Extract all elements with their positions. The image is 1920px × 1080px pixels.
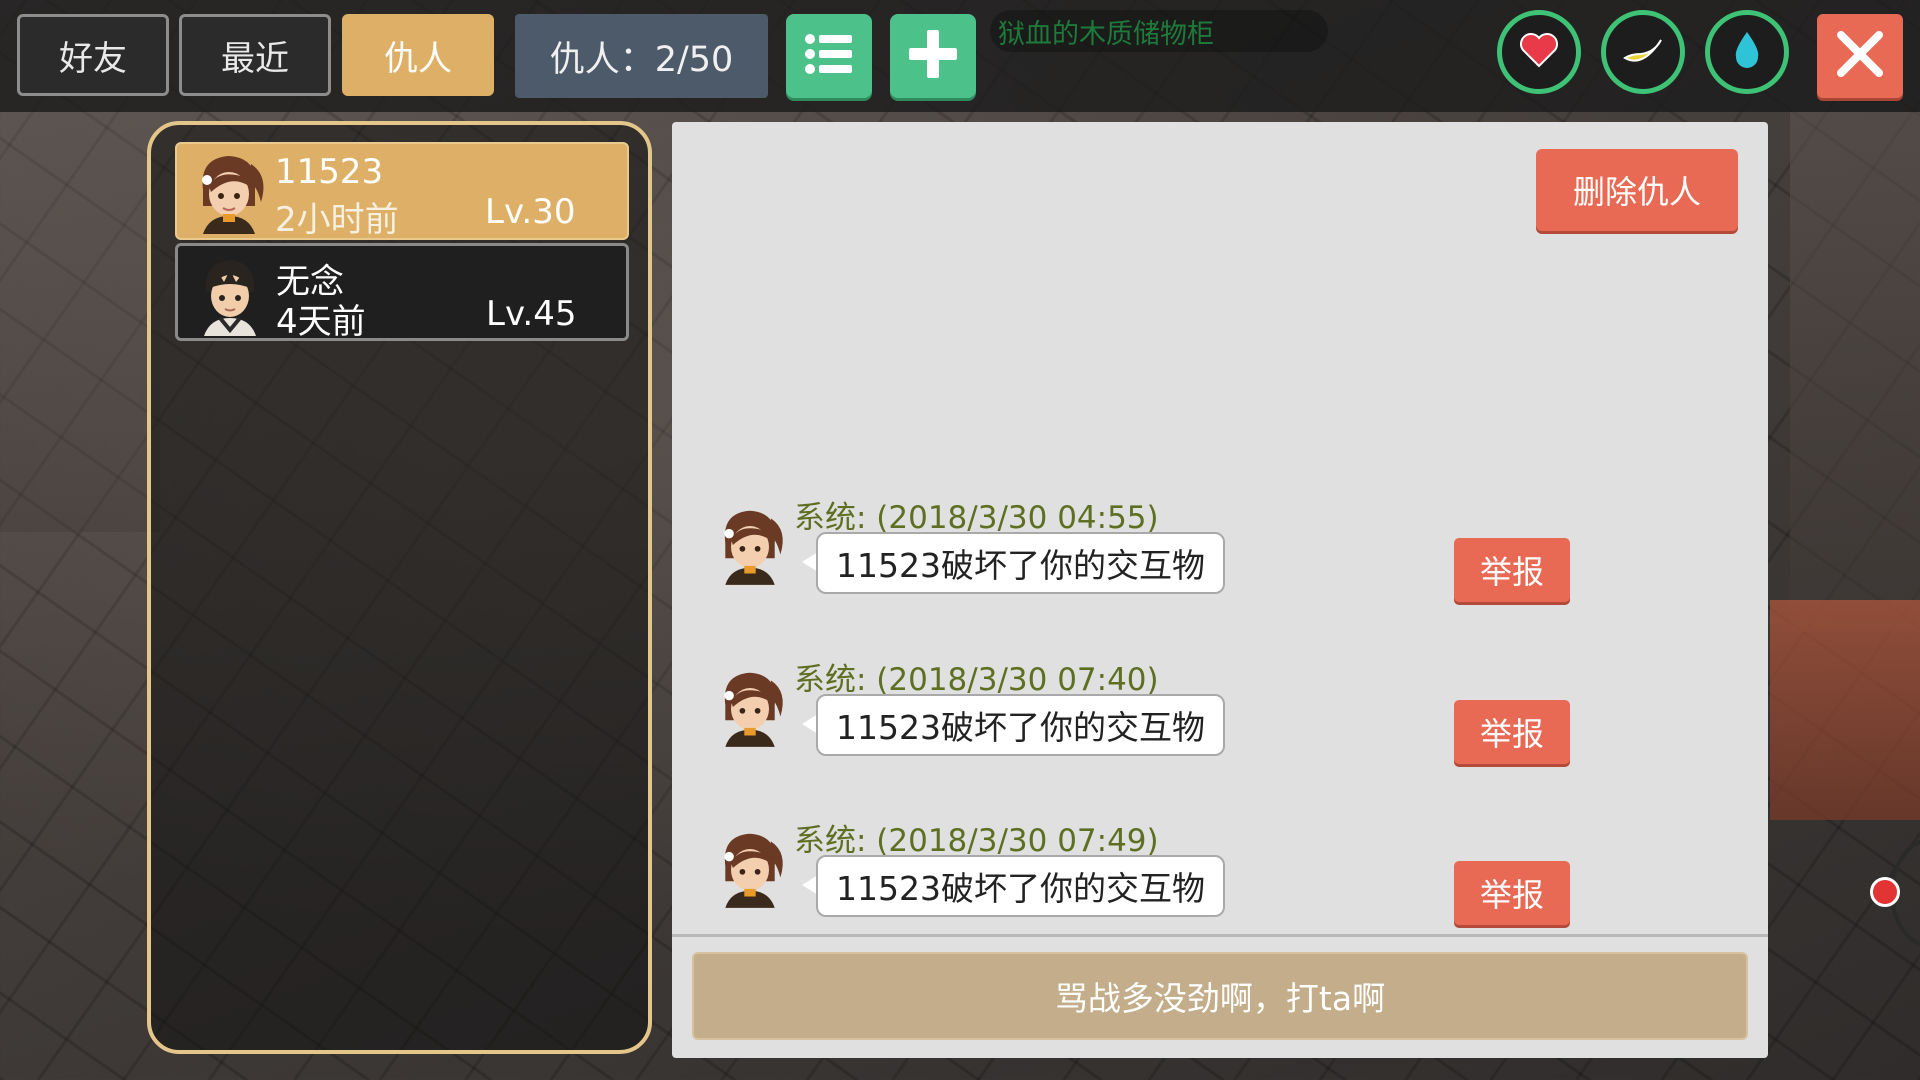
report-button[interactable]: 举报 (1454, 861, 1570, 925)
delete-enemy-button[interactable]: 删除仇人 (1536, 149, 1738, 231)
background-crate (1770, 600, 1920, 820)
message-bubble: 11523破坏了你的交互物 (816, 855, 1225, 917)
enemy-counter: 仇人：2/50 (515, 14, 768, 98)
heart-icon (1519, 32, 1559, 72)
avatar (712, 504, 788, 586)
report-button[interactable]: 举报 (1454, 700, 1570, 764)
enemy-last-seen: 2小时前 (275, 200, 399, 240)
tab-recent[interactable]: 最近 (179, 14, 331, 96)
enemy-level: Lv.30 (485, 192, 576, 232)
tab-friends[interactable]: 好友 (17, 14, 169, 96)
enemy-list-item[interactable]: 无念 4天前 Lv.45 (175, 243, 629, 342)
enemy-list-item[interactable]: 11523 2小时前 Lv.30 (175, 142, 629, 240)
close-icon (1835, 29, 1885, 83)
health-status[interactable] (1497, 10, 1581, 94)
banana-icon (1621, 32, 1665, 72)
message-header: 系统: (2018/3/30 07:49) (794, 823, 1159, 859)
avatar (712, 827, 788, 909)
avatar (712, 666, 788, 748)
enemy-name: 11523 (275, 152, 384, 192)
avatar (190, 252, 270, 336)
notification-dot (1870, 877, 1900, 907)
report-button[interactable]: 举报 (1454, 538, 1570, 602)
list-button[interactable] (786, 14, 872, 98)
water-drop-icon (1732, 30, 1762, 74)
enemy-level: Lv.45 (486, 294, 577, 334)
message-bubble: 11523破坏了你的交互物 (816, 694, 1225, 756)
plus-icon (907, 28, 959, 84)
tab-enemies[interactable]: 仇人 (342, 14, 494, 96)
close-button[interactable] (1817, 14, 1903, 98)
fight-button[interactable]: 骂战多没劲啊，打ta啊 (692, 952, 1748, 1040)
message-bubble: 11523破坏了你的交互物 (816, 532, 1225, 594)
message-header: 系统: (2018/3/30 04:55) (794, 500, 1159, 536)
divider (672, 934, 1768, 937)
background-wall (0, 112, 160, 532)
list-icon (804, 32, 854, 80)
enemy-detail-panel: 删除仇人 系统: (2018/3/30 04:55) 11523破坏了你的交互物… (672, 122, 1768, 1058)
enemy-last-seen: 4天前 (276, 302, 366, 342)
message-header: 系统: (2018/3/30 07:40) (794, 662, 1159, 698)
enemy-list-panel: 11523 2小时前 Lv.30 无念 4天前 Lv.45 (147, 121, 652, 1054)
background-pillar (1790, 112, 1920, 632)
avatar (189, 150, 269, 234)
location-label: 狱血的木质储物柜 (990, 10, 1328, 52)
add-enemy-button[interactable] (890, 14, 976, 98)
hunger-status[interactable] (1601, 10, 1685, 94)
thirst-status[interactable] (1705, 10, 1789, 94)
